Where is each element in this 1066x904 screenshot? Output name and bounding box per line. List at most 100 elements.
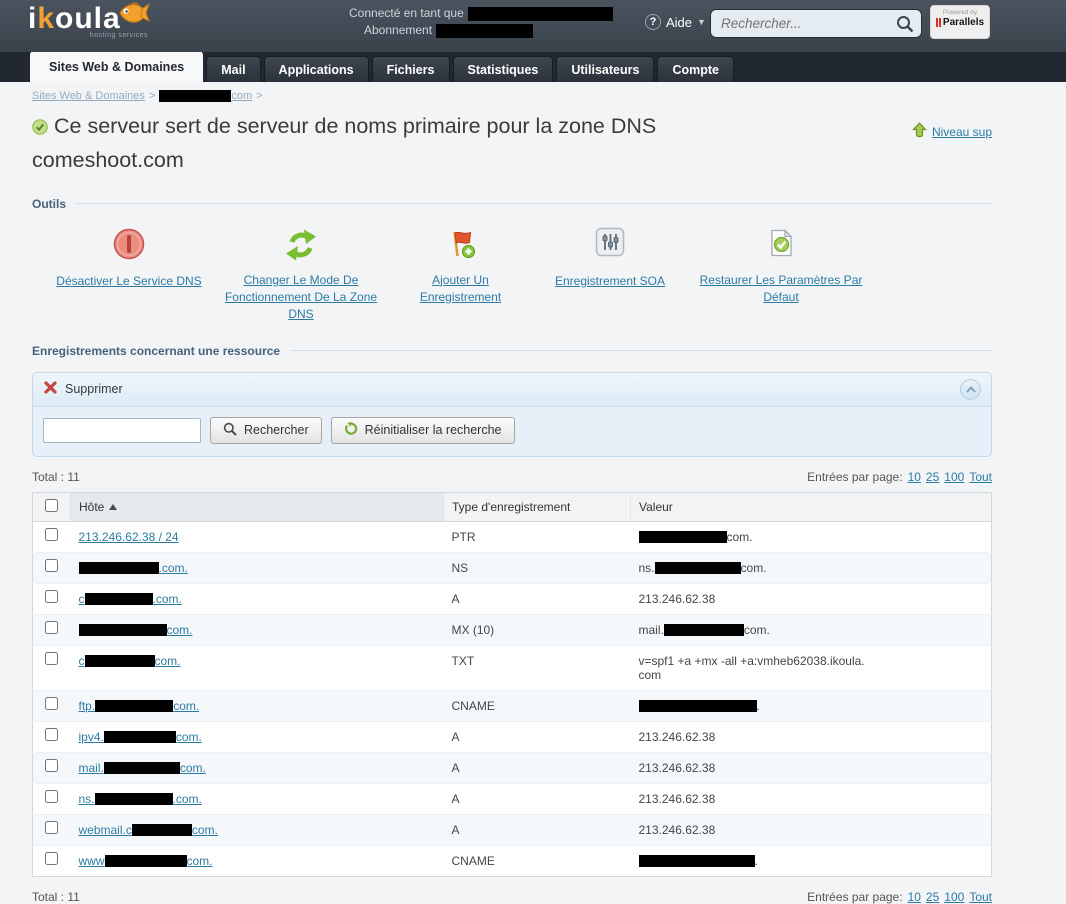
- sort-asc-icon: [109, 504, 117, 510]
- search-icon[interactable]: [896, 15, 914, 38]
- host-link[interactable]: c.com.: [79, 592, 182, 606]
- reset-search-button[interactable]: Réinitialiser la recherche: [331, 417, 515, 444]
- row-checkbox[interactable]: [45, 652, 58, 665]
- filter-input[interactable]: [43, 418, 201, 443]
- table-row: ftp.com.CNAME.: [33, 690, 992, 721]
- per-page-tout[interactable]: Tout: [969, 890, 992, 904]
- record-value: 213.246.62.38: [631, 583, 992, 614]
- search-input[interactable]: [710, 9, 922, 38]
- tool-label-change-dns-mode[interactable]: Changer Le Mode De Fonctionnement De La …: [216, 272, 386, 324]
- host-link[interactable]: ftp.com.: [79, 699, 200, 713]
- tab-utilisateurs[interactable]: Utilisateurs: [556, 56, 654, 82]
- host-link[interactable]: 213.246.62.38 / 24: [79, 530, 179, 544]
- per-page-25[interactable]: 25: [926, 890, 939, 904]
- breadcrumb-home-link[interactable]: Sites Web & Domaines: [32, 90, 145, 102]
- per-page-10[interactable]: 10: [908, 470, 921, 484]
- total-count-bottom: Total : 11: [32, 890, 80, 904]
- redacted-text: [664, 624, 744, 636]
- column-header-value[interactable]: Valeur: [631, 492, 992, 521]
- help-menu[interactable]: ? Aide ▼: [645, 14, 706, 30]
- record-type: A: [444, 814, 631, 845]
- row-checkbox[interactable]: [45, 559, 58, 572]
- tools-row: Désactiver Le Service DNS Changer Le Mode…: [54, 227, 992, 324]
- record-type: CNAME: [444, 845, 631, 876]
- table-row: com.MX (10)mail.com.: [33, 614, 992, 645]
- row-checkbox[interactable]: [45, 728, 58, 741]
- row-checkbox[interactable]: [45, 697, 58, 710]
- host-link[interactable]: com.: [79, 623, 193, 637]
- host-link[interactable]: webmail.ccom.: [79, 823, 218, 837]
- header-top: ikoula hosting services Connecté en tant…: [0, 0, 1066, 52]
- record-type: PTR: [444, 521, 631, 552]
- filter-bar: Rechercher Réinitialiser la recherche: [33, 407, 991, 456]
- tool-label-add-record[interactable]: Ajouter Un Enregistrement: [398, 272, 523, 307]
- tab-sites-web-domaines[interactable]: Sites Web & Domaines: [30, 51, 203, 82]
- tab-applications[interactable]: Applications: [264, 56, 369, 82]
- table-row: mail.com.A213.246.62.38: [33, 752, 992, 783]
- up-level-link[interactable]: Niveau sup: [912, 122, 992, 141]
- row-checkbox[interactable]: [45, 852, 58, 865]
- tool-soa-record[interactable]: Enregistrement SOA: [535, 227, 685, 324]
- tab-compte[interactable]: Compte: [657, 56, 734, 82]
- redacted-text: [639, 531, 727, 543]
- record-value: v=spf1 +a +mx -all +a:vmheb62038.ikoula.…: [631, 645, 992, 690]
- tool-label-restore-defaults[interactable]: Restaurer Les Paramètres Par Défaut: [697, 272, 865, 307]
- tool-disable-dns[interactable]: Désactiver Le Service DNS: [54, 227, 204, 324]
- record-value: 213.246.62.38: [631, 814, 992, 845]
- redacted-text: [85, 593, 153, 605]
- table-row: ipv4.com.A213.246.62.38: [33, 721, 992, 752]
- search-records-button[interactable]: Rechercher: [210, 417, 322, 444]
- reset-arrow-icon: [344, 422, 358, 439]
- record-value: ns.com.: [631, 552, 992, 583]
- column-header-host[interactable]: Hôte: [71, 492, 444, 521]
- delete-x-icon: [43, 380, 58, 398]
- row-checkbox[interactable]: [45, 528, 58, 541]
- tool-add-record[interactable]: Ajouter Un Enregistrement: [398, 227, 523, 324]
- tool-change-dns-mode[interactable]: Changer Le Mode De Fonctionnement De La …: [216, 227, 386, 324]
- select-all-checkbox[interactable]: [45, 499, 58, 512]
- tab-fichiers[interactable]: Fichiers: [372, 56, 450, 82]
- restore-defaults-icon[interactable]: [697, 227, 865, 269]
- subscription-label: Abonnement: [364, 23, 432, 37]
- host-link[interactable]: mail.com.: [79, 761, 206, 775]
- table-row: ns..com.A213.246.62.38: [33, 783, 992, 814]
- delete-label: Supprimer: [65, 382, 123, 396]
- record-type: A: [444, 583, 631, 614]
- tab-mail[interactable]: Mail: [206, 56, 260, 82]
- table-row: .com.NSns.com.: [33, 552, 992, 583]
- tool-label-disable-dns[interactable]: Désactiver Le Service DNS: [56, 273, 201, 290]
- row-checkbox[interactable]: [45, 759, 58, 772]
- column-header-type[interactable]: Type d'enregistrement: [444, 492, 631, 521]
- host-link[interactable]: ns..com.: [79, 792, 202, 806]
- tool-label-soa-record[interactable]: Enregistrement SOA: [555, 273, 665, 290]
- parallels-badge: Powered by Parallels: [930, 5, 990, 39]
- record-value: 213.246.62.38: [631, 752, 992, 783]
- per-page-100[interactable]: 100: [944, 890, 964, 904]
- row-checkbox[interactable]: [45, 621, 58, 634]
- collapse-button[interactable]: [960, 379, 981, 400]
- per-page-25[interactable]: 25: [926, 470, 939, 484]
- host-link[interactable]: ccom.: [79, 654, 181, 668]
- tab-statistiques[interactable]: Statistiques: [453, 56, 554, 82]
- breadcrumb-domain-link[interactable]: com: [159, 90, 252, 102]
- record-value: .: [631, 690, 992, 721]
- change-dns-mode-icon[interactable]: [216, 227, 386, 269]
- delete-button[interactable]: Supprimer: [43, 380, 123, 398]
- host-link[interactable]: ipv4.com.: [79, 730, 202, 744]
- subscription-redacted: [436, 24, 533, 38]
- per-page-tout[interactable]: Tout: [969, 470, 992, 484]
- row-checkbox[interactable]: [45, 590, 58, 603]
- up-arrow-icon: [912, 122, 927, 141]
- help-icon: ?: [645, 14, 661, 30]
- per-page-10[interactable]: 10: [908, 890, 921, 904]
- redacted-text: [79, 624, 167, 636]
- per-page-100[interactable]: 100: [944, 470, 964, 484]
- soa-record-icon[interactable]: [535, 227, 685, 269]
- disable-dns-icon[interactable]: [54, 227, 204, 269]
- row-checkbox[interactable]: [45, 821, 58, 834]
- tool-restore-defaults[interactable]: Restaurer Les Paramètres Par Défaut: [697, 227, 865, 324]
- row-checkbox[interactable]: [45, 790, 58, 803]
- add-record-icon[interactable]: [398, 227, 523, 269]
- host-link[interactable]: .com.: [79, 561, 188, 575]
- redacted-text: [95, 793, 173, 805]
